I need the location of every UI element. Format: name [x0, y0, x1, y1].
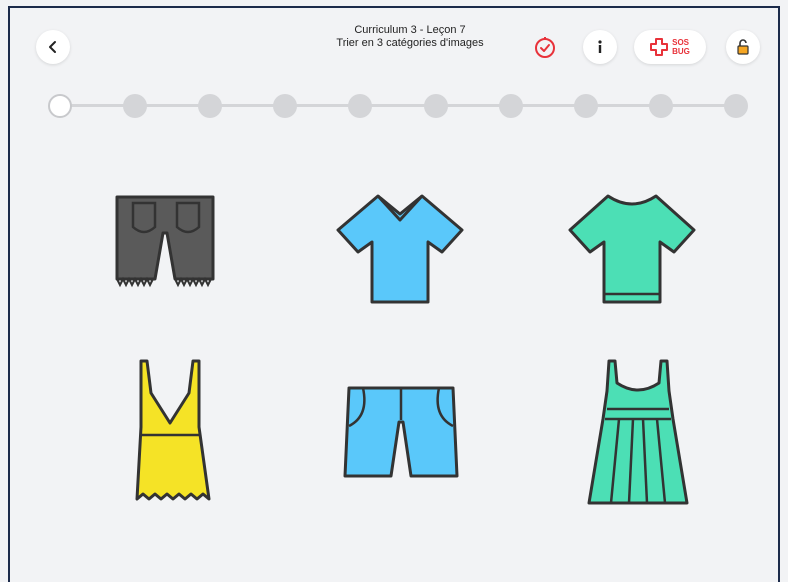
progress-step-10 — [724, 94, 748, 118]
progress-step-9 — [648, 94, 673, 118]
progress-step-4 — [273, 94, 298, 118]
chevron-left-icon — [49, 41, 56, 53]
unlock-icon — [737, 39, 749, 55]
item-dark-shorts[interactable] — [100, 186, 230, 296]
top-bar: Curriculum 3 - Leçon 7 Trier en 3 catégo… — [10, 8, 778, 88]
back-button[interactable] — [36, 30, 70, 64]
yellow-dress-image — [135, 359, 211, 501]
blue-tshirt-image — [336, 194, 464, 304]
item-yellow-dress[interactable] — [120, 356, 220, 508]
item-green-dress[interactable] — [580, 356, 696, 508]
blue-shorts-image — [343, 386, 459, 478]
title-line-2: Trier en 3 catégories d'images — [336, 37, 484, 49]
progress-stepper — [48, 92, 748, 120]
lesson-title: Curriculum 3 - Leçon 7 Trier en 3 catégo… — [280, 24, 540, 50]
progress-step-5 — [348, 94, 373, 118]
progress-step-1 — [48, 94, 72, 118]
progress-step-7 — [498, 94, 523, 118]
timer-icon — [535, 37, 555, 58]
item-green-tshirt[interactable] — [562, 188, 702, 308]
progress-step-2 — [123, 94, 148, 118]
dark-shorts-image — [115, 195, 215, 288]
progress-step-3 — [198, 94, 223, 118]
medical-cross-icon — [650, 38, 669, 56]
sos-bug-button[interactable]: SOS BUG — [634, 30, 706, 64]
item-blue-vneck-tshirt[interactable] — [330, 188, 470, 308]
sos-label: SOS BUG — [672, 38, 690, 56]
lock-button[interactable] — [726, 30, 760, 64]
title-line-1: Curriculum 3 - Leçon 7 — [354, 24, 466, 36]
info-icon — [598, 40, 602, 53]
progress-step-8 — [573, 94, 598, 118]
green-tshirt-image — [568, 194, 696, 304]
app-window: Curriculum 3 - Leçon 7 Trier en 3 catégo… — [8, 6, 780, 582]
progress-line — [60, 104, 736, 107]
info-button[interactable] — [583, 30, 617, 64]
green-dress-image — [587, 359, 689, 505]
item-blue-shorts[interactable] — [336, 380, 466, 484]
timer-button[interactable] — [528, 30, 562, 64]
progress-step-6 — [423, 94, 448, 118]
